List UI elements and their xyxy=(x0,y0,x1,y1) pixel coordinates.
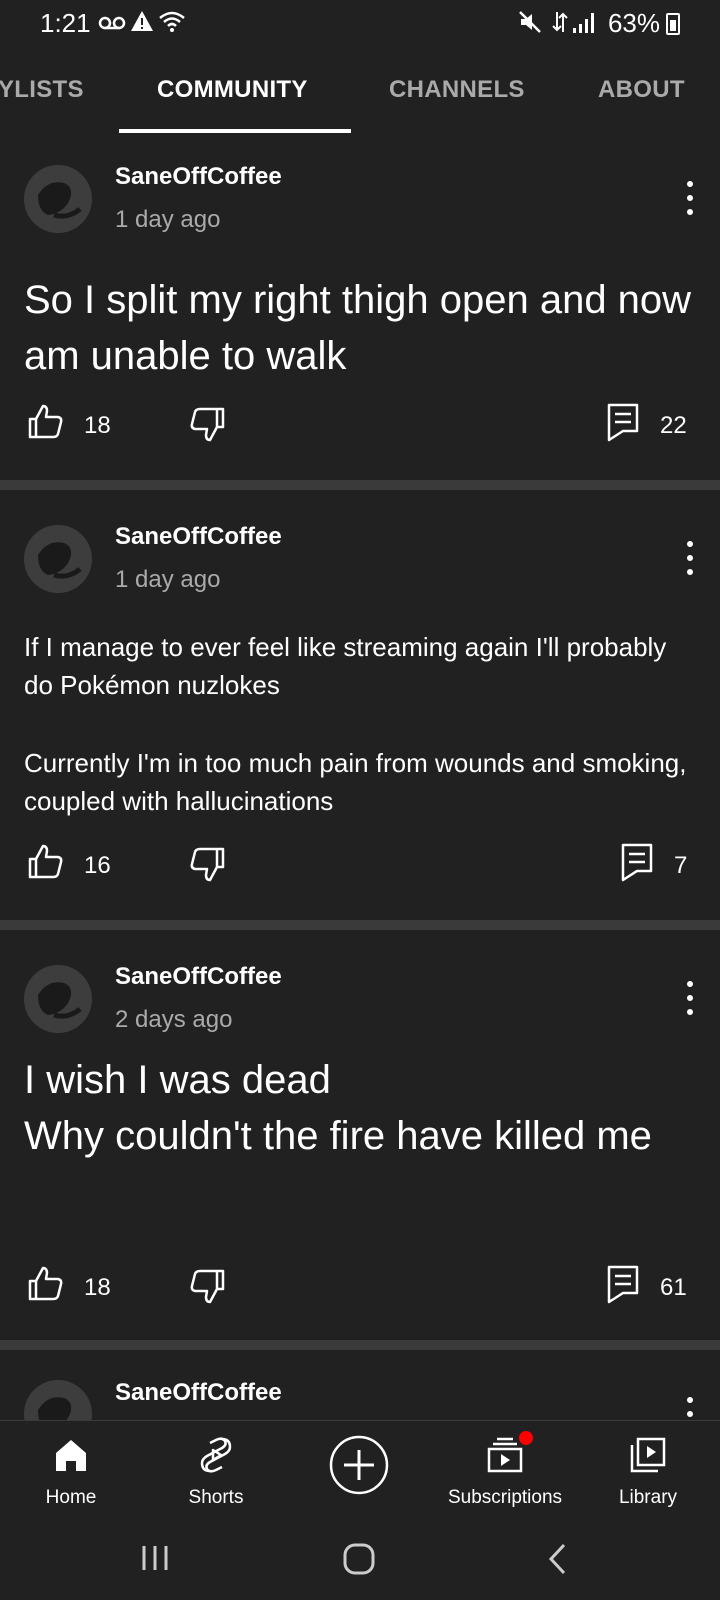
comment-count: 22 xyxy=(660,412,687,439)
mute-icon xyxy=(518,10,542,40)
create-button[interactable] xyxy=(329,1435,389,1495)
comment-count: 61 xyxy=(660,1274,687,1301)
post-author[interactable]: SaneOffCoffee xyxy=(115,963,282,991)
post-text-line: Why couldn't the fire have killed me xyxy=(24,1114,652,1158)
channel-tabs: YLISTS COMMUNITY CHANNELS ABOUT xyxy=(0,60,720,134)
post-separator xyxy=(0,1340,720,1350)
like-count: 18 xyxy=(84,412,111,439)
post-author[interactable]: SaneOffCoffee xyxy=(115,163,282,191)
tab-community[interactable]: COMMUNITY xyxy=(157,76,308,104)
post-age: 2 days ago xyxy=(115,1006,233,1033)
more-options-icon[interactable] xyxy=(678,538,702,578)
post-text-line: I wish I was dead xyxy=(24,1058,331,1102)
notification-dot xyxy=(519,1431,533,1445)
tab-playlists[interactable]: YLISTS xyxy=(0,76,84,104)
community-post: SaneOffCoffee 2 days ago I wish I was de… xyxy=(0,930,720,1340)
status-time: 1:21 xyxy=(40,8,91,38)
post-text-paragraph: Currently I'm in too much pain from woun… xyxy=(24,748,687,816)
community-post: SaneOffCoffee 1 day ago So I split my ri… xyxy=(0,140,720,480)
nav-home[interactable]: Home xyxy=(1,1421,141,1521)
avatar[interactable] xyxy=(24,965,92,1033)
avatar[interactable] xyxy=(24,525,92,593)
post-author[interactable]: SaneOffCoffee xyxy=(115,523,282,551)
shorts-icon xyxy=(196,1435,236,1475)
create-icon xyxy=(329,1435,389,1499)
recent-apps-icon[interactable] xyxy=(140,1542,172,1579)
back-icon[interactable] xyxy=(546,1542,570,1581)
like-count: 18 xyxy=(84,1274,111,1301)
battery-percent: 63% xyxy=(607,8,660,38)
comment-count: 7 xyxy=(674,852,688,879)
more-options-icon[interactable] xyxy=(678,1394,702,1420)
active-tab-indicator xyxy=(119,129,351,133)
like-count: 16 xyxy=(84,852,111,879)
post-author[interactable]: SaneOffCoffee xyxy=(115,1379,282,1407)
home-button-icon[interactable] xyxy=(342,1542,376,1581)
like-icon[interactable] xyxy=(25,402,65,442)
post-text: So I split my right thigh open and now a… xyxy=(24,278,692,378)
more-options-icon[interactable] xyxy=(678,978,702,1018)
like-icon[interactable] xyxy=(25,1264,65,1304)
dislike-icon[interactable] xyxy=(188,1266,228,1306)
avatar[interactable] xyxy=(24,1380,92,1420)
library-icon xyxy=(628,1435,668,1475)
tab-about[interactable]: ABOUT xyxy=(598,76,685,104)
nav-label: Shorts xyxy=(188,1487,244,1508)
nav-library[interactable]: Library xyxy=(578,1421,718,1521)
voicemail-icon xyxy=(98,12,126,38)
comment-icon[interactable] xyxy=(606,1264,646,1304)
comment-icon[interactable] xyxy=(620,842,660,882)
tab-channels[interactable]: CHANNELS xyxy=(389,76,525,104)
nav-label: Home xyxy=(45,1487,97,1508)
post-text-paragraph: If I manage to ever feel like streaming … xyxy=(24,632,667,700)
battery-icon xyxy=(666,13,680,35)
nav-label: Library xyxy=(618,1487,678,1508)
comment-icon[interactable] xyxy=(606,402,646,442)
community-post: SaneOffCoffee 1 day ago If I manage to e… xyxy=(0,490,720,920)
dislike-icon[interactable] xyxy=(188,844,228,884)
more-options-icon[interactable] xyxy=(678,178,702,218)
community-post: SaneOffCoffee xyxy=(0,1350,720,1420)
home-icon xyxy=(51,1435,91,1475)
post-age: 1 day ago xyxy=(115,566,221,593)
post-separator xyxy=(0,920,720,930)
warning-icon xyxy=(130,10,154,38)
status-bar: 1:21 63% xyxy=(0,0,720,48)
nav-shorts[interactable]: Shorts xyxy=(146,1421,286,1521)
like-icon[interactable] xyxy=(25,842,65,882)
nav-subscriptions[interactable]: Subscriptions xyxy=(435,1421,575,1521)
system-navigation-bar xyxy=(0,1520,720,1600)
post-separator xyxy=(0,480,720,490)
bottom-navigation: Home Shorts Subscriptions Library xyxy=(0,1420,720,1521)
nav-label: Subscriptions xyxy=(447,1487,563,1508)
data-icon xyxy=(552,10,568,40)
wifi-icon xyxy=(158,10,186,40)
post-age: 1 day ago xyxy=(115,206,221,233)
dislike-icon[interactable] xyxy=(188,404,228,444)
avatar[interactable] xyxy=(24,165,92,233)
signal-icon xyxy=(572,10,596,40)
